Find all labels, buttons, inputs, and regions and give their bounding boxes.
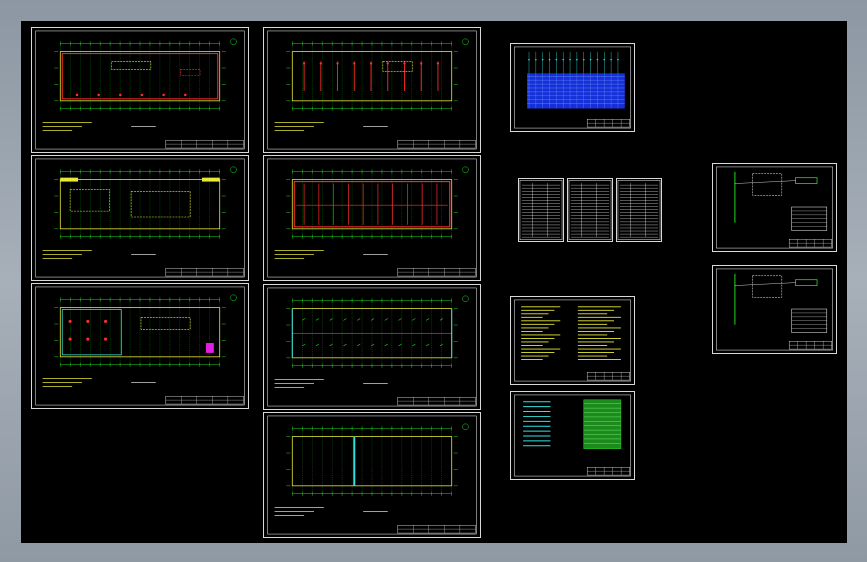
plan-1-drawing [35, 30, 245, 150]
table-c-drawing [617, 180, 661, 240]
panel-diagram-1-drawing [716, 166, 833, 249]
panel-diagram-2-drawing [716, 268, 833, 351]
plan-3-drawing [35, 158, 245, 278]
sheet-panel-diagram-2[interactable] [712, 265, 837, 354]
sheet-plan-6[interactable] [263, 284, 481, 410]
sheet-notes-yellow[interactable] [510, 296, 635, 385]
sheet-table-a[interactable] [518, 178, 564, 242]
sheet-plan-4[interactable] [263, 155, 481, 281]
sheet-system-diagram[interactable] [510, 43, 635, 132]
system-diagram-drawing [514, 46, 631, 129]
sheet-plan-7[interactable] [263, 412, 481, 538]
drawing-canvas[interactable] [21, 21, 847, 543]
sheet-plan-5[interactable] [31, 283, 249, 409]
sheet-table-c[interactable] [616, 178, 662, 242]
sheet-schedule-green[interactable] [510, 391, 635, 480]
plan-7-drawing [267, 415, 477, 535]
sheet-plan-3[interactable] [31, 155, 249, 281]
plan-5-drawing [35, 286, 245, 406]
table-b-drawing [568, 180, 612, 240]
plan-2-drawing [267, 30, 477, 150]
plan-6-drawing [267, 287, 477, 407]
sheet-table-b[interactable] [567, 178, 613, 242]
schedule-green-drawing [514, 394, 631, 477]
notes-yellow-drawing [514, 299, 631, 382]
plan-4-drawing [267, 158, 477, 278]
sheet-plan-1[interactable] [31, 27, 249, 153]
sheet-plan-2[interactable] [263, 27, 481, 153]
sheet-panel-diagram-1[interactable] [712, 163, 837, 252]
table-a-drawing [519, 180, 563, 240]
